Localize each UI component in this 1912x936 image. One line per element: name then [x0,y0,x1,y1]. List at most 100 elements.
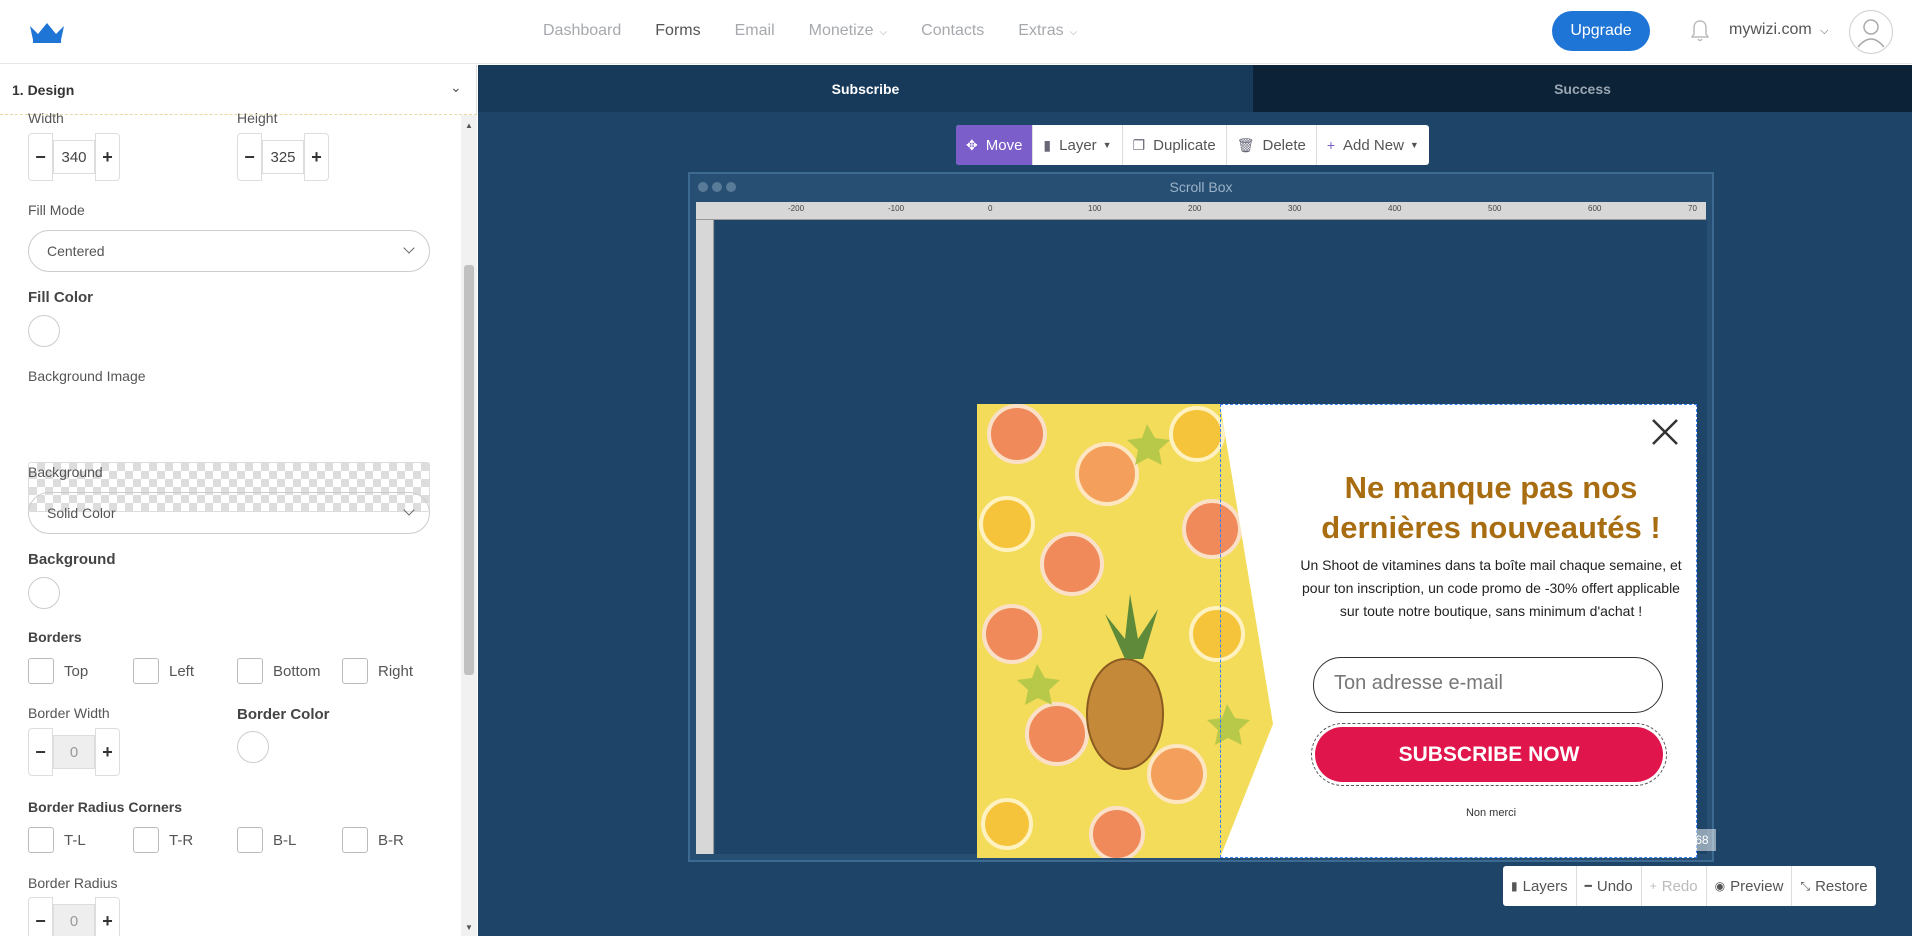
restore-label: Restore [1815,877,1868,895]
chevron-down-icon: ⌄ [450,79,462,95]
checkbox-box [28,827,54,853]
chevron-down-icon: ⌵ [1069,27,1078,38]
scroll-down-icon[interactable]: ▼ [465,923,473,932]
ruler-tick-label: 100 [1088,204,1102,213]
ruler-tick-label: 600 [1588,204,1602,213]
height-stepper: − 325 + [237,133,329,181]
ruler-tick-label: 500 [1488,204,1502,213]
ruler-tick-label: 300 [1288,204,1302,213]
sidebar-scrollbar[interactable]: ▲ ▼ [461,115,477,936]
nav-contacts[interactable]: Contacts [921,22,984,40]
nav-dashboard[interactable]: Dashboard [543,22,621,40]
height-input[interactable]: 325 [262,140,304,174]
section-title: 1. Design [12,82,75,98]
trash-icon: 🗑 [1236,136,1255,153]
increment-button[interactable]: + [95,897,120,936]
vertical-ruler[interactable] [696,220,714,854]
tab-subscribe[interactable]: Subscribe [478,65,1253,112]
bell-icon[interactable] [1690,19,1710,43]
ruler-tick-label: 70 [1688,204,1697,213]
move-button[interactable]: ✥ Move [956,125,1034,165]
restore-button[interactable]: ⤡ Restore [1792,866,1875,906]
design-canvas[interactable]: Ne manque pas nos dernières nouveautés !… [715,220,1707,858]
upgrade-button[interactable]: Upgrade [1552,11,1650,51]
nav-extras[interactable]: Extras ⌵ [1018,22,1077,40]
checkbox-box [342,827,368,853]
decrement-button[interactable]: − [237,133,262,181]
avatar[interactable] [1849,10,1893,54]
border-bottom-checkbox[interactable]: Bottom [237,658,321,684]
increment-button[interactable]: + [95,133,120,181]
border-width-label: Border Width [28,705,110,721]
checkbox-box [342,658,368,684]
checkbox-label: Bottom [273,662,321,680]
corner-tr-checkbox[interactable]: T-R [133,827,193,853]
background-select[interactable]: Solid Color [28,492,430,534]
section-header-design[interactable]: 1. Design ⌄ [0,65,477,115]
selection-box[interactable] [1220,404,1697,858]
preview-button[interactable]: ◉ Preview [1707,866,1793,906]
user-icon [1857,19,1885,48]
add-new-label: Add New [1343,136,1404,154]
border-radius-input[interactable]: 0 [53,904,95,936]
scroll-box-window: Scroll Box -200 -100 0 100 200 300 400 5… [688,172,1714,862]
nav-forms[interactable]: Forms [655,22,700,40]
border-color-swatch[interactable] [237,731,269,763]
checkbox-label: T-R [169,831,194,849]
checkbox-label: B-L [273,831,297,849]
bg-image-label: Background Image [28,368,146,384]
duplicate-button[interactable]: ❐ Duplicate [1123,125,1227,165]
undo-icon: ━ [1584,879,1592,893]
border-right-checkbox[interactable]: Right [342,658,413,684]
chevron-down-icon [403,242,415,254]
increment-button[interactable]: + [95,728,120,776]
border-width-input[interactable]: 0 [53,735,95,769]
chevron-down-icon: ⌵ [879,27,888,38]
redo-button[interactable]: + Redo [1642,866,1707,906]
layer-button[interactable]: ▮ Layer ▼ [1033,125,1123,165]
account-menu[interactable]: mywizi.com ⌵ [1729,21,1828,39]
scroll-up-icon[interactable]: ▲ [465,121,473,130]
background-label: Background [28,464,103,480]
nav-extras-label: Extras [1018,22,1064,39]
undo-button[interactable]: ━ Undo [1577,866,1642,906]
decrement-button[interactable]: − [28,728,53,776]
horizontal-ruler[interactable]: -200 -100 0 100 200 300 400 500 600 70 [696,202,1706,220]
nav-monetize[interactable]: Monetize ⌵ [809,22,888,40]
layers-button[interactable]: ▮ Layers [1503,866,1577,906]
checkbox-box [237,658,263,684]
checkbox-box [237,827,263,853]
add-new-button[interactable]: + Add New ▼ [1317,125,1429,165]
fill-color-swatch[interactable] [28,315,60,347]
crown-logo-icon[interactable] [28,20,66,44]
background-color-swatch[interactable] [28,577,60,609]
element-toolbar: ✥ Move ▮ Layer ▼ ❐ Duplicate 🗑 Delete + Add Ne… [956,125,1429,165]
border-top-checkbox[interactable]: Top [28,658,88,684]
radius-corners-label: Border Radius Corners [28,799,183,815]
nav-email[interactable]: Email [735,22,775,40]
width-label: Width [28,110,64,126]
plus-icon: + [1326,137,1336,153]
scrollbar-thumb[interactable] [464,265,474,675]
tab-success[interactable]: Success [1253,65,1912,112]
redo-label: Redo [1661,877,1698,895]
border-left-checkbox[interactable]: Left [133,658,194,684]
decrement-button[interactable]: − [28,897,53,936]
increment-button[interactable]: + [304,133,329,181]
corner-br-checkbox[interactable]: B-R [342,827,404,853]
bottom-toolbar: ▮ Layers ━ Undo + Redo ◉ Preview ⤡ Restore [1503,866,1876,906]
border-width-stepper: − 0 + [28,728,120,776]
delete-button[interactable]: 🗑 Delete [1227,125,1317,165]
caret-down-icon: ▼ [1102,140,1112,150]
width-input[interactable]: 340 [53,140,95,174]
restore-icon: ⤡ [1800,878,1811,893]
ruler-tick-label: 400 [1388,204,1402,213]
duplicate-label: Duplicate [1153,136,1216,154]
corner-bl-checkbox[interactable]: B-L [237,827,296,853]
fill-mode-select[interactable]: Centered [28,230,430,272]
caret-down-icon: ▼ [1409,140,1419,150]
popup-form[interactable]: Ne manque pas nos dernières nouveautés !… [977,404,1697,858]
decrement-button[interactable]: − [28,133,53,181]
chevron-down-icon [403,504,415,516]
corner-tl-checkbox[interactable]: T-L [28,827,86,853]
